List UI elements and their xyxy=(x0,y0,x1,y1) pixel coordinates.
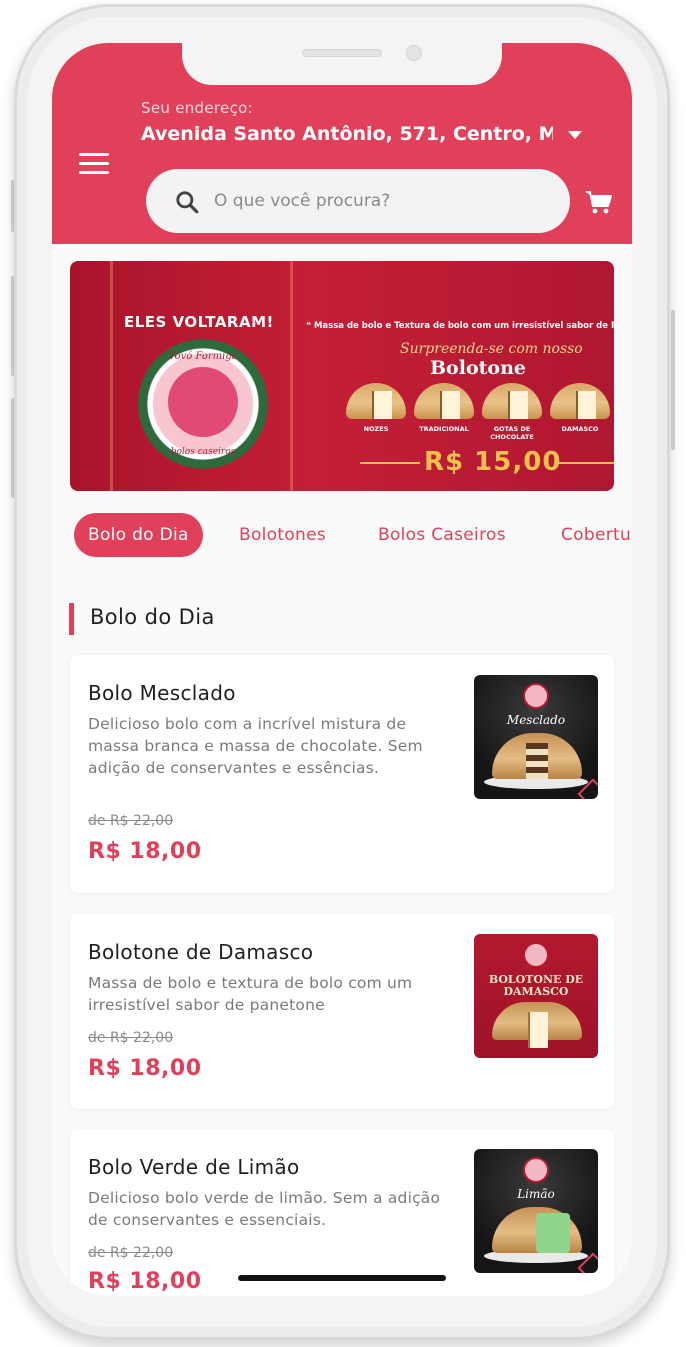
product-description: Delicioso bolo verde de limão. Sem a adi… xyxy=(88,1189,441,1229)
product-card[interactable]: Bolo Mesclado Delicioso bolo com a incrí… xyxy=(70,655,614,893)
banner-product-name: Bolotone xyxy=(430,357,526,379)
product-image-label: BOLOTONE DE DAMASCO xyxy=(488,973,584,998)
product-card[interactable]: Bolo Verde de Limão Delicioso bolo verde… xyxy=(70,1129,614,1296)
brand-logo-subtitle: bolos caseiros xyxy=(170,447,236,457)
banner-price: R$ 15,00 xyxy=(424,447,562,477)
banner-decor-line xyxy=(290,261,293,491)
banner-headline: ELES VOLTARAM! xyxy=(124,313,274,331)
banner-tagline: ❝ Massa de bolo e Textura de bolo com um… xyxy=(306,321,614,331)
product-old-price: de R$ 22,00 xyxy=(88,1245,174,1261)
search-bar[interactable] xyxy=(146,169,570,233)
brand-logo-figure xyxy=(168,367,238,437)
caret-down-icon[interactable] xyxy=(568,131,582,139)
brand-badge xyxy=(523,1157,549,1183)
product-image: BOLOTONE DE DAMASCO xyxy=(474,934,598,1058)
search-input[interactable] xyxy=(214,181,544,221)
brand-logo-name: Vovó Formiga xyxy=(168,351,238,362)
product-price: R$ 18,00 xyxy=(88,1269,202,1294)
section-accent-bar xyxy=(69,603,74,635)
app-screen: Seu endereço: Avenida Santo Antônio, 571… xyxy=(52,43,632,1296)
flavor-cake-image xyxy=(414,383,474,419)
cake-illustration xyxy=(492,733,582,779)
product-description: Massa de bolo e textura de bolo com um i… xyxy=(88,974,413,1014)
tab-coberturas[interactable]: Coberturas xyxy=(547,513,632,557)
speaker-grille xyxy=(302,49,382,57)
address-selector[interactable]: Avenida Santo Antônio, 571, Centro, Marí… xyxy=(141,123,553,145)
address-label: Seu endereço: xyxy=(141,99,253,117)
flavor-caption: DAMASCO xyxy=(561,425,599,433)
product-old-price: de R$ 22,00 xyxy=(88,1030,174,1046)
tab-bolos-caseiros[interactable]: Bolos Caseiros xyxy=(364,513,520,557)
promo-banner[interactable]: ELES VOLTARAM! Vovó Formiga bolos caseir… xyxy=(70,261,614,491)
flavor-caption: TRADICIONAL xyxy=(419,425,469,433)
cake-illustration xyxy=(492,1002,582,1048)
banner-price-rule xyxy=(360,462,420,464)
category-tabs: Bolo do Dia Bolotones Bolos Caseiros Cob… xyxy=(70,513,632,559)
product-card[interactable]: Bolotone de Damasco Massa de bolo e text… xyxy=(70,914,614,1109)
brand-logo-wreath: Vovó Formiga bolos caseiros xyxy=(138,339,268,469)
flavor-caption: GOTAS DE CHOCOLATE xyxy=(490,425,534,441)
product-image: Limão xyxy=(474,1149,598,1273)
product-image-label: Mesclado xyxy=(506,713,566,727)
device-notch xyxy=(182,43,502,85)
product-image: Mesclado xyxy=(474,675,598,799)
section-title: Bolo do Dia xyxy=(90,605,215,629)
product-name: Bolotone de Damasco xyxy=(88,940,314,964)
flavor-cake-image xyxy=(550,383,610,419)
flavor-cake-image xyxy=(482,383,542,419)
hamburger-menu-icon[interactable] xyxy=(79,153,109,175)
product-price: R$ 18,00 xyxy=(88,839,202,864)
product-description: Delicioso bolo com a incrível mistura de… xyxy=(88,715,423,777)
brand-badge xyxy=(523,942,549,968)
product-name: Bolo Verde de Limão xyxy=(88,1155,300,1179)
banner-price-rule xyxy=(556,462,614,464)
cake-illustration xyxy=(492,1207,582,1253)
front-camera xyxy=(406,45,422,61)
product-name: Bolo Mesclado xyxy=(88,681,236,705)
product-price: R$ 18,00 xyxy=(88,1056,202,1081)
flavor-cake-image xyxy=(346,383,406,419)
device-power-button xyxy=(671,310,675,450)
flavor-caption: NOZES xyxy=(363,425,389,433)
product-image-label: Limão xyxy=(517,1187,555,1201)
search-icon xyxy=(176,191,199,214)
tab-bolo-do-dia[interactable]: Bolo do Dia xyxy=(74,513,203,557)
banner-decor-line xyxy=(110,261,113,491)
banner-subtitle: Surpreenda-se com nosso xyxy=(400,341,583,357)
home-indicator[interactable] xyxy=(238,1275,446,1281)
shopping-cart-icon[interactable] xyxy=(585,189,613,215)
brand-badge xyxy=(523,683,549,709)
tab-bolotones[interactable]: Bolotones xyxy=(225,513,340,557)
banner-flavor-list: NOZES TRADICIONAL GOTAS DE CHOCOLATE DAM… xyxy=(344,383,614,443)
product-old-price: de R$ 22,00 xyxy=(88,813,174,829)
